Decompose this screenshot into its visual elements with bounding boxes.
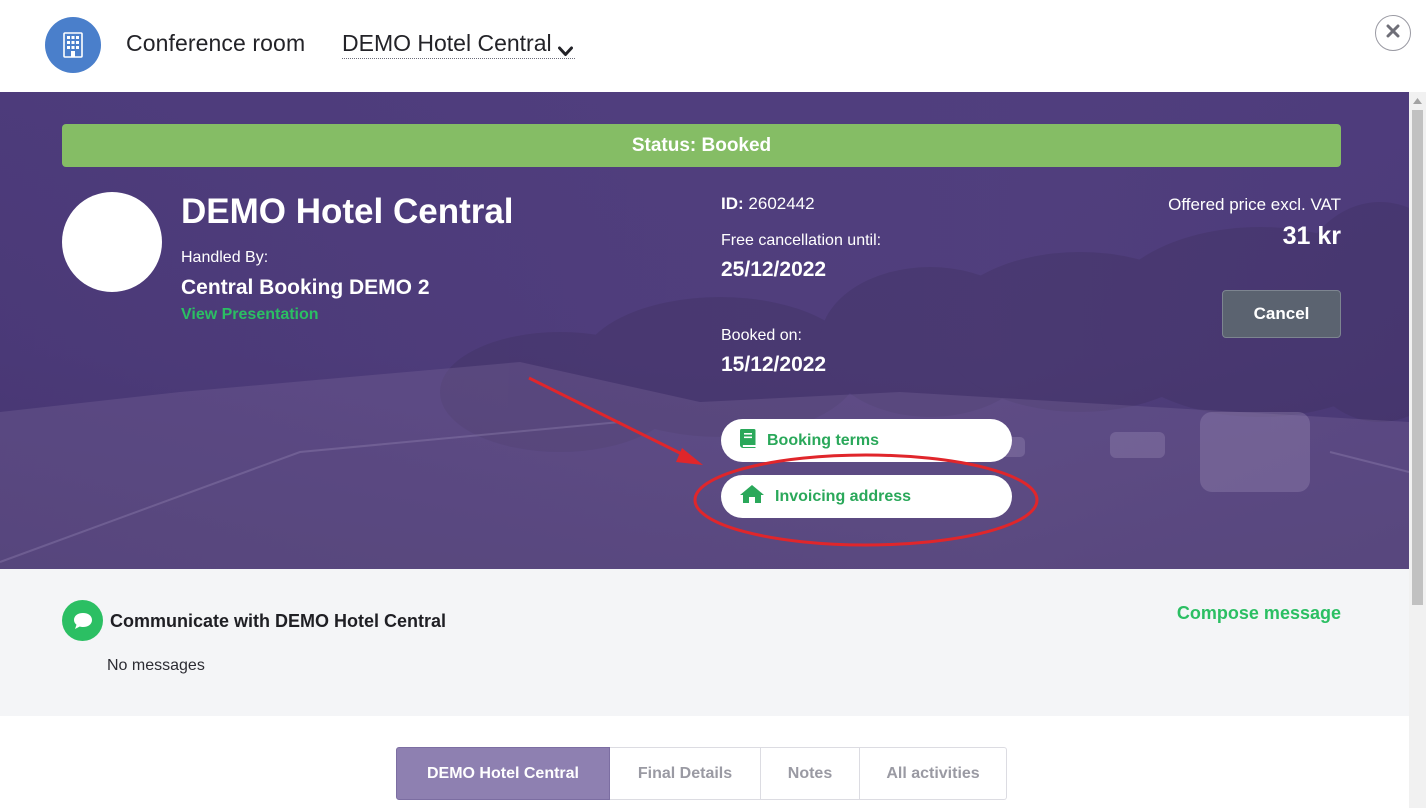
price-value: 31 kr	[1282, 222, 1341, 250]
booking-terms-label: Booking terms	[767, 431, 880, 449]
venue-dropdown[interactable]: DEMO Hotel Central	[342, 30, 575, 59]
hotel-avatar	[62, 192, 162, 292]
tab-all-activities[interactable]: All activities	[860, 747, 1007, 800]
free-cancellation-label: Free cancellation until:	[721, 232, 882, 249]
no-messages-text: No messages	[107, 657, 205, 674]
close-button[interactable]	[1375, 15, 1411, 51]
book-icon	[739, 428, 757, 453]
scrollbar[interactable]	[1409, 92, 1426, 808]
price-label: Offered price excl. VAT	[1168, 195, 1341, 214]
close-icon	[1386, 24, 1400, 43]
compose-message-link[interactable]: Compose message	[1177, 603, 1341, 624]
view-presentation-link[interactable]: View Presentation	[181, 306, 319, 324]
home-icon	[739, 484, 765, 509]
chat-bubble-icon	[62, 600, 103, 641]
invoicing-address-label: Invoicing address	[775, 487, 912, 505]
building-icon	[45, 17, 101, 73]
page-title: Conference room	[126, 30, 306, 56]
communication-title: Communicate with DEMO Hotel Central	[110, 611, 447, 631]
booked-on-label: Booked on:	[721, 327, 802, 344]
booking-id-label: ID:	[721, 194, 744, 213]
tab-hotel[interactable]: DEMO Hotel Central	[396, 747, 610, 800]
section-tabs: DEMO Hotel Central Final Details Notes A…	[396, 747, 1007, 800]
cancel-button[interactable]: Cancel	[1222, 290, 1341, 338]
booking-hero: Status: Booked DEMO Hotel Central Handle…	[0, 92, 1409, 569]
status-banner: Status: Booked	[62, 124, 1341, 167]
modal-header: Conference room DEMO Hotel Central	[0, 0, 1426, 92]
scroll-up-arrow-icon[interactable]	[1409, 92, 1426, 109]
free-cancellation-date: 25/12/2022	[721, 258, 827, 281]
handled-by-label: Handled By:	[181, 249, 269, 266]
chevron-down-icon	[557, 36, 573, 63]
tab-final-details[interactable]: Final Details	[610, 747, 761, 800]
booked-on-date: 15/12/2022	[721, 353, 827, 376]
scrollbar-thumb[interactable]	[1412, 110, 1423, 605]
booking-id-value: 2602442	[748, 194, 815, 213]
booking-terms-button[interactable]: Booking terms	[721, 419, 1012, 462]
hotel-name: DEMO Hotel Central	[181, 192, 514, 231]
communication-section: Communicate with DEMO Hotel Central Comp…	[0, 569, 1409, 716]
invoicing-address-button[interactable]: Invoicing address	[721, 475, 1012, 518]
handled-by-name: Central Booking DEMO 2	[181, 276, 430, 299]
tab-notes[interactable]: Notes	[761, 747, 860, 800]
booking-id: ID: 2602442	[721, 194, 815, 214]
venue-dropdown-value: DEMO Hotel Central	[342, 30, 552, 56]
